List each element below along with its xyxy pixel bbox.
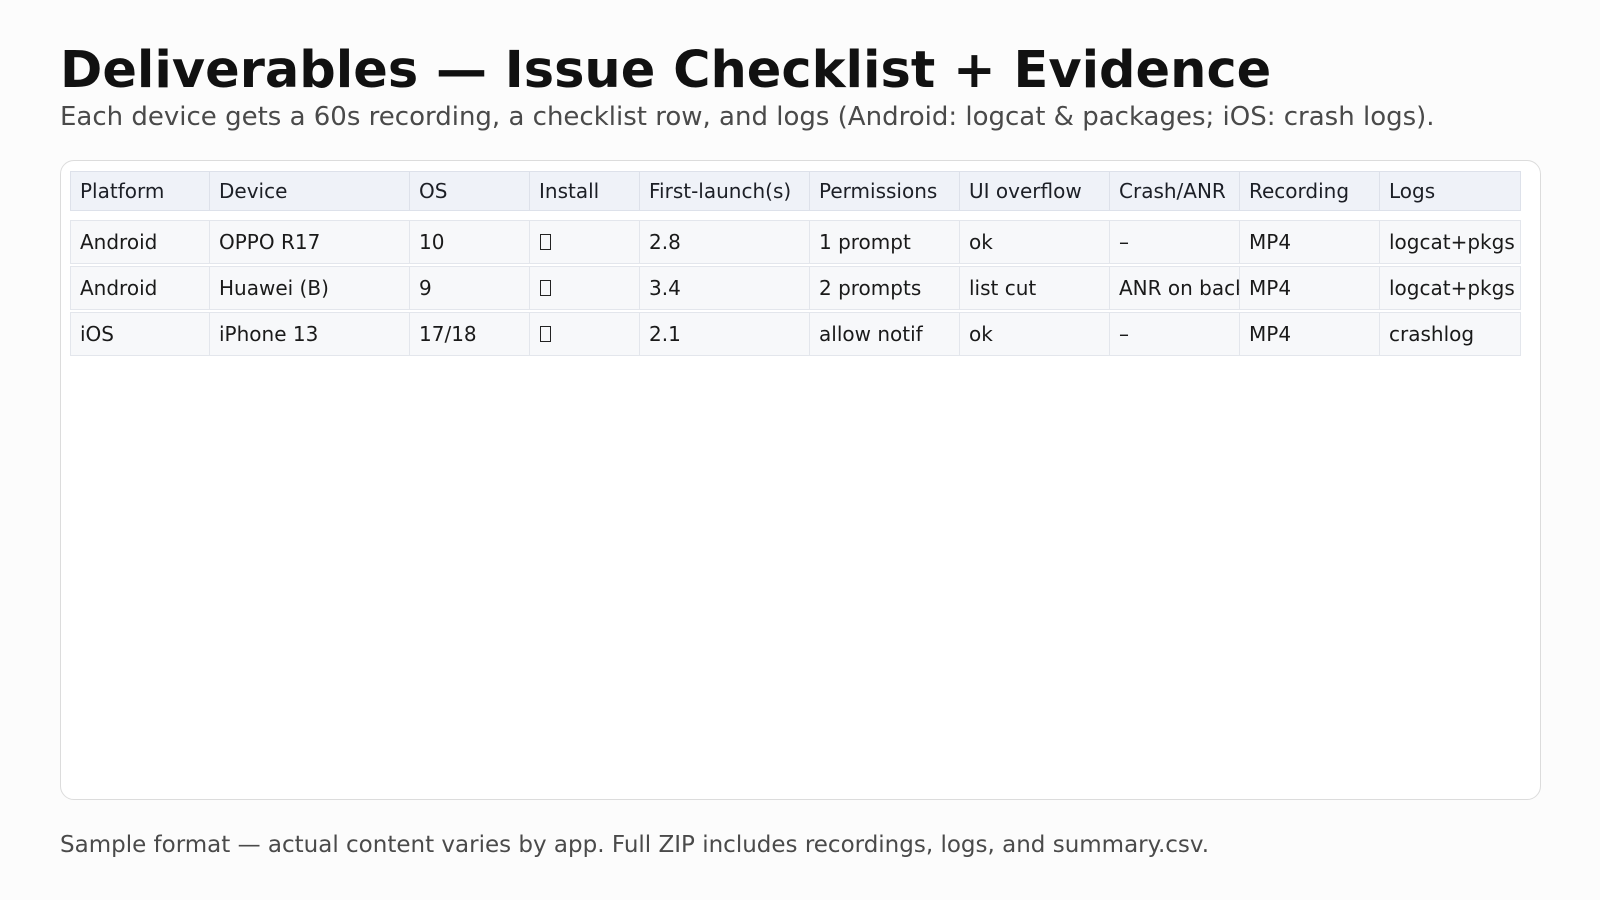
- cell-recording: MP4: [1240, 220, 1380, 264]
- issue-checklist-table: Platform Device OS Install First-launch(…: [70, 171, 1521, 358]
- cell-os: 9: [410, 266, 530, 310]
- column-header-permissions: Permissions: [810, 171, 960, 211]
- table-header-row: Platform Device OS Install First-launch(…: [70, 171, 1521, 211]
- cell-recording: MP4: [1240, 266, 1380, 310]
- column-header-install: Install: [530, 171, 640, 211]
- cell-os: 17/18: [410, 312, 530, 356]
- column-header-os: OS: [410, 171, 530, 211]
- cell-device: iPhone 13: [210, 312, 410, 356]
- cell-ui-overflow: ok: [960, 312, 1110, 356]
- column-header-first-launch: First-launch(s): [640, 171, 810, 211]
- cell-ui-overflow: ok: [960, 220, 1110, 264]
- cell-platform: Android: [70, 266, 210, 310]
- table-row: iOS iPhone 13 17/18 2.1 allow notif ok –…: [70, 312, 1521, 356]
- cell-platform: iOS: [70, 312, 210, 356]
- cell-ui-overflow: list cut: [960, 266, 1110, 310]
- cell-device: Huawei (B): [210, 266, 410, 310]
- cell-permissions: 1 prompt: [810, 220, 960, 264]
- table-body: Android OPPO R17 10 2.8 1 prompt ok – MP…: [70, 220, 1521, 356]
- cell-permissions: allow notif: [810, 312, 960, 356]
- cell-install: [530, 220, 640, 264]
- cell-recording: MP4: [1240, 312, 1380, 356]
- check-glyph-icon: [540, 326, 551, 342]
- checklist-card: Platform Device OS Install First-launch(…: [60, 160, 1541, 800]
- cell-install: [530, 312, 640, 356]
- cell-logs: logcat+pkgs: [1380, 266, 1521, 310]
- cell-first-launch: 2.8: [640, 220, 810, 264]
- cell-platform: Android: [70, 220, 210, 264]
- cell-install: [530, 266, 640, 310]
- page: Deliverables — Issue Checklist + Evidenc…: [0, 0, 1600, 900]
- column-header-recording: Recording: [1240, 171, 1380, 211]
- cell-crash-anr: –: [1110, 220, 1240, 264]
- cell-first-launch: 3.4: [640, 266, 810, 310]
- page-title: Deliverables — Issue Checklist + Evidenc…: [60, 41, 1272, 100]
- cell-crash-anr: –: [1110, 312, 1240, 356]
- cell-first-launch: 2.1: [640, 312, 810, 356]
- cell-permissions: 2 prompts: [810, 266, 960, 310]
- check-glyph-icon: [540, 280, 551, 296]
- table-row: Android Huawei (B) 9 3.4 2 prompts list …: [70, 266, 1521, 310]
- cell-device: OPPO R17: [210, 220, 410, 264]
- footer-note: Sample format — actual content varies by…: [60, 832, 1210, 858]
- check-glyph-icon: [540, 234, 551, 250]
- cell-logs: crashlog: [1380, 312, 1521, 356]
- column-header-platform: Platform: [70, 171, 210, 211]
- cell-crash-anr: ANR on back: [1110, 266, 1240, 310]
- column-header-logs: Logs: [1380, 171, 1521, 211]
- column-header-ui-overflow: UI overflow: [960, 171, 1110, 211]
- table-row: Android OPPO R17 10 2.8 1 prompt ok – MP…: [70, 220, 1521, 264]
- column-header-crash-anr: Crash/ANR: [1110, 171, 1240, 211]
- cell-os: 10: [410, 220, 530, 264]
- cell-logs: logcat+pkgs: [1380, 220, 1521, 264]
- column-header-device: Device: [210, 171, 410, 211]
- page-subtitle: Each device gets a 60s recording, a chec…: [60, 102, 1435, 132]
